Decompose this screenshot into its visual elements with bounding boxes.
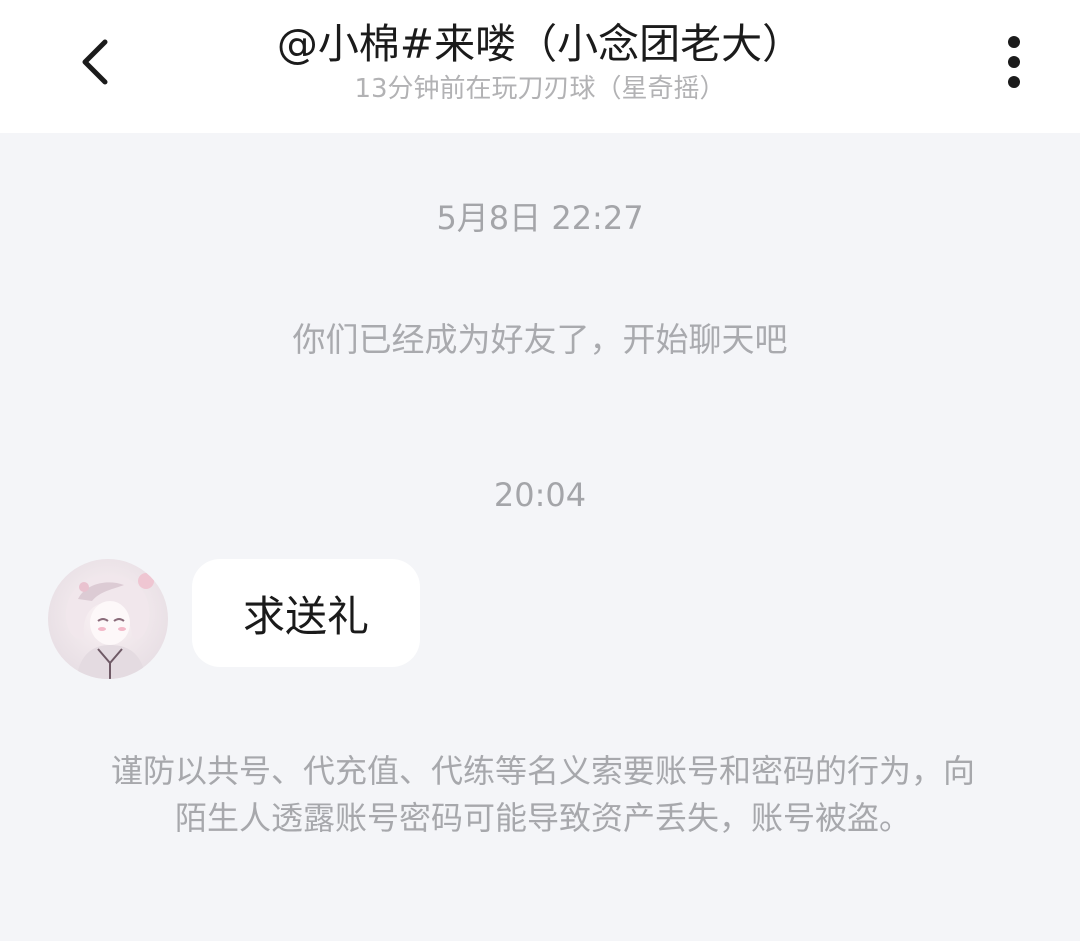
message-timestamp: 5月8日 22:27 [436,199,644,237]
security-warning: 谨防以共号、代充值、代练等名义索要账号和密码的行为，向陌生人透露账号密码可能导致… [110,752,975,837]
more-button[interactable] [984,24,1044,100]
message-bubble[interactable]: 求送礼 [192,559,420,667]
back-button[interactable] [60,24,130,100]
avatar-image [48,559,168,679]
avatar[interactable] [48,559,168,679]
system-message: 你们已经成为好友了，开始聊天吧 [292,320,788,359]
message-text: 求送礼 [242,591,369,641]
more-vertical-icon [1008,36,1020,88]
chat-header: @小棉#来喽（小念团老大） 13分钟前在玩刀刃球（星奇摇） [0,0,1080,133]
user-status: 13分钟前在玩刀刃球（星奇摇） [354,74,726,104]
message-timestamp: 20:04 [493,476,587,514]
chevron-left-icon [82,39,108,85]
page-title: @小棉#来喽（小念团老大） [276,20,804,68]
